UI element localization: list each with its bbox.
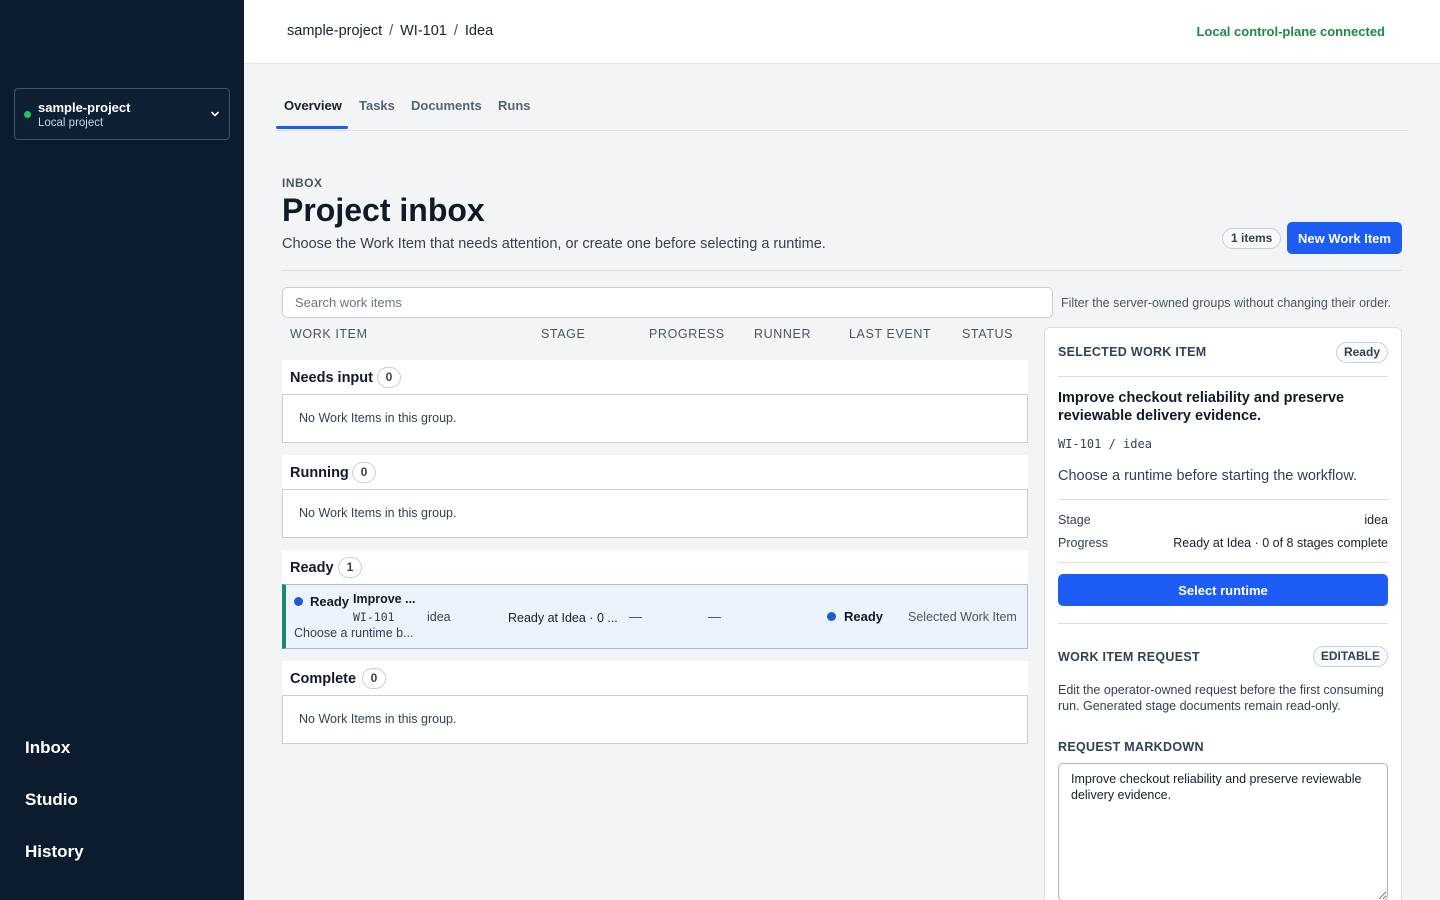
request-section-label: WORK ITEM REQUEST	[1058, 650, 1200, 664]
divider	[1058, 562, 1388, 563]
connection-status: Local control-plane connected	[1196, 24, 1385, 39]
new-work-item-button[interactable]: New Work Item	[1287, 222, 1402, 254]
breadcrumb-project[interactable]: sample-project	[287, 23, 382, 39]
row-stage: idea	[427, 610, 451, 624]
empty-message: No Work Items in this group.	[299, 411, 457, 425]
breadcrumb-stage: Idea	[464, 23, 494, 39]
column-header-status: STATUS	[962, 327, 1014, 341]
group-name: Ready	[290, 560, 334, 576]
progress-value: Ready at Idea · 0 of 8 stages complete	[1173, 536, 1388, 550]
group-empty-state: No Work Items in this group.	[282, 695, 1028, 744]
group-name: Needs input	[290, 370, 373, 386]
online-status-icon	[24, 111, 31, 118]
nav-inbox[interactable]: Inbox	[25, 738, 70, 758]
group-empty-state: No Work Items in this group.	[282, 394, 1028, 443]
request-description: Edit the operator-owned request before t…	[1058, 683, 1384, 713]
item-count-badge: 1 items	[1222, 228, 1282, 249]
project-type: Local project	[38, 117, 104, 129]
project-name: sample-project	[38, 100, 131, 115]
group-name: Complete	[290, 671, 357, 687]
project-switcher[interactable]: sample-project Local project	[14, 88, 230, 140]
row-description: Choose a runtime b...	[294, 626, 414, 640]
column-header-stage: STAGE	[541, 327, 586, 341]
row-last-event: —	[708, 609, 721, 624]
active-tab-indicator	[276, 126, 348, 129]
group-empty-state: No Work Items in this group.	[282, 489, 1028, 538]
page-subtitle: Choose the Work Item that needs attentio…	[282, 236, 826, 252]
filter-hint: Filter the server-owned groups without c…	[1061, 296, 1392, 310]
column-header-work-item: WORK ITEM	[290, 327, 368, 341]
editable-badge: EDITABLE	[1312, 646, 1388, 667]
empty-message: No Work Items in this group.	[299, 712, 457, 726]
column-header-progress: PROGRESS	[649, 327, 725, 341]
divider	[1058, 376, 1388, 377]
progress-label: Progress	[1058, 536, 1109, 550]
group-name: Running	[290, 465, 349, 481]
chevron-down-icon	[211, 111, 219, 117]
status-dot-icon	[827, 612, 836, 621]
divider	[1058, 499, 1388, 500]
group-header-running: Running 0	[282, 455, 1028, 489]
topbar: sample-project / WI-101 / Idea Local con…	[244, 0, 1440, 64]
sidebar: sample-project Local project Inbox Studi…	[0, 0, 244, 900]
row-selected-label: Selected Work Item	[908, 610, 1017, 624]
row-status: Ready	[844, 609, 884, 624]
breadcrumb-separator: /	[389, 23, 394, 39]
stage-value: idea	[1364, 513, 1388, 527]
breadcrumb-work-item[interactable]: WI-101	[400, 23, 447, 39]
divider	[1058, 623, 1388, 624]
tab-documents[interactable]: Documents	[411, 98, 482, 113]
request-markdown-textarea[interactable]: Improve checkout reliability and preserv…	[1058, 763, 1388, 900]
breadcrumb: sample-project / WI-101 / Idea	[287, 23, 493, 39]
divider	[282, 270, 1402, 271]
row-id: WI-101	[353, 610, 395, 624]
tab-tasks[interactable]: Tasks	[359, 98, 395, 113]
group-count-badge: 0	[352, 462, 376, 483]
group-count-badge: 0	[362, 668, 386, 689]
nav-history[interactable]: History	[25, 842, 84, 862]
select-runtime-button[interactable]: Select runtime	[1058, 574, 1388, 606]
group-header-ready: Ready 1	[282, 550, 1028, 584]
page-eyebrow: INBOX	[282, 176, 323, 190]
status-dot-icon	[294, 597, 303, 606]
work-item-title: Improve checkout reliability and preserv…	[1058, 390, 1345, 424]
group-header-needs-input: Needs input 0	[282, 360, 1028, 394]
row-status-label: Ready	[310, 594, 350, 609]
row-runner: —	[629, 609, 642, 624]
column-header-runner: RUNNER	[754, 327, 812, 341]
stage-label: Stage	[1058, 513, 1091, 527]
breadcrumb-separator: /	[453, 23, 458, 39]
runtime-note: Choose a runtime before starting the wor…	[1058, 468, 1358, 484]
panel-label: SELECTED WORK ITEM	[1058, 345, 1207, 359]
row-progress: Ready at Idea · 0 ...	[508, 611, 618, 625]
row-title: Improve ...	[353, 592, 416, 606]
column-header-last-event: LAST EVENT	[849, 327, 932, 341]
tab-overview[interactable]: Overview	[284, 98, 342, 113]
selected-work-item-panel: SELECTED WORK ITEM Ready Improve checkou…	[1044, 327, 1402, 900]
work-item-id-path: WI-101 / idea	[1058, 437, 1152, 451]
search-input[interactable]	[282, 287, 1053, 318]
tab-runs[interactable]: Runs	[498, 98, 531, 113]
group-header-complete: Complete 0	[282, 661, 1028, 695]
table-row[interactable]: Ready Improve ... WI-101 idea Choose a r…	[282, 584, 1028, 649]
tab-bar: Overview Tasks Documents Runs	[276, 90, 1408, 131]
group-count-badge: 0	[377, 367, 401, 388]
group-count-badge: 1	[338, 557, 362, 578]
page-title: Project inbox	[282, 192, 485, 228]
empty-message: No Work Items in this group.	[299, 506, 457, 520]
nav-studio[interactable]: Studio	[25, 790, 78, 810]
request-markdown-label: REQUEST MARKDOWN	[1058, 740, 1204, 754]
status-badge: Ready	[1335, 342, 1388, 363]
